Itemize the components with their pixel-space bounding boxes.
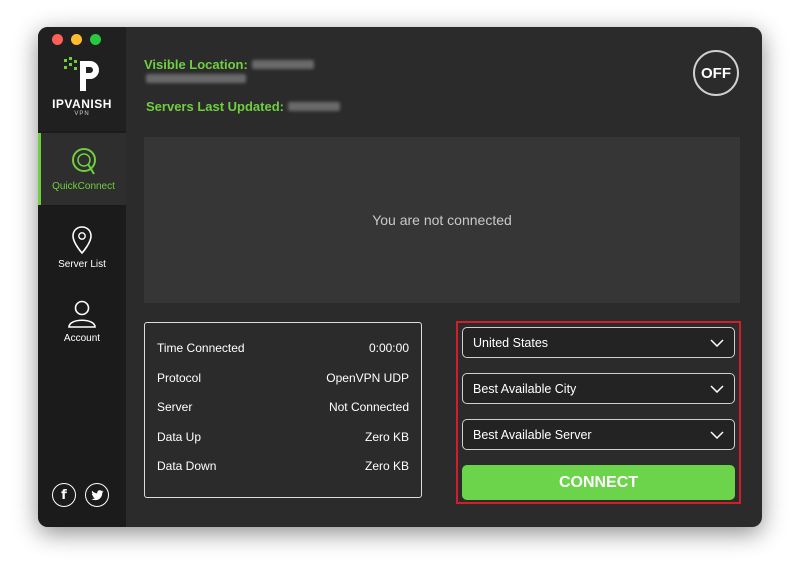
stat-row: Time Connected 0:00:00 (157, 341, 409, 371)
server-select-value: Best Available Server (473, 427, 592, 442)
connection-status-text: You are not connected (372, 212, 512, 228)
user-icon (68, 300, 96, 328)
social-links: f (52, 483, 109, 507)
redacted-location (251, 60, 314, 69)
stat-row: Data Up Zero KB (157, 430, 409, 460)
sidebar-item-account[interactable]: Account (38, 285, 126, 357)
stat-value: 0:00:00 (368, 341, 409, 355)
stat-label: Time Connected (157, 341, 245, 355)
redacted-location-detail (146, 74, 246, 83)
chevron-down-icon (710, 338, 724, 347)
twitter-bird-glyph (90, 489, 104, 500)
stat-value: OpenVPN UDP (326, 370, 409, 385)
visible-location-label: Visible Location: (144, 57, 248, 72)
minimize-window-button[interactable] (71, 34, 82, 45)
country-select-value: United States (473, 335, 549, 350)
stat-row: Server Not Connected (157, 400, 409, 430)
stat-row: Protocol OpenVPN UDP (157, 371, 409, 401)
facebook-icon[interactable]: f (52, 483, 76, 507)
quickconnect-icon (71, 147, 96, 175)
twitter-icon[interactable] (85, 483, 109, 507)
stat-label: Server (157, 400, 193, 414)
connection-stats: Time Connected 0:00:00 Protocol OpenVPN … (144, 322, 422, 498)
server-select[interactable]: Best Available Server (462, 419, 735, 450)
zoom-window-button[interactable] (90, 34, 101, 45)
connection-controls: United States Best Available City Best A… (456, 321, 741, 504)
stat-label: Data Up (157, 429, 202, 444)
location-info: Visible Location: Servers Last Updated: (144, 57, 340, 114)
sidebar-item-label: QuickConnect (52, 180, 115, 192)
connection-status-panel: You are not connected (144, 137, 740, 303)
connect-button[interactable]: CONNECT (462, 465, 735, 500)
brand-subtitle: VPN (74, 111, 90, 117)
chevron-down-icon (710, 384, 724, 393)
window-controls (52, 34, 101, 45)
stat-row: Data Down Zero KB (157, 459, 409, 489)
sidebar-item-label: Account (63, 332, 101, 344)
stat-label: Protocol (157, 370, 202, 385)
stat-value: Zero KB (364, 429, 409, 444)
ipvanish-logo-icon (64, 57, 99, 91)
app-window: IPVANISH VPN QuickConnect Server List Ac… (38, 27, 762, 527)
sidebar-item-label: Server List (58, 258, 106, 270)
brand-name: IPVANISH (52, 97, 112, 111)
location-pin-icon (72, 225, 92, 254)
close-window-button[interactable] (52, 34, 63, 45)
power-toggle-button[interactable]: OFF (693, 50, 739, 96)
stat-value: Not Connected (328, 400, 409, 414)
redacted-update-time (288, 102, 340, 111)
sidebar-item-quickconnect[interactable]: QuickConnect (38, 133, 126, 205)
city-select-value: Best Available City (473, 381, 577, 396)
sidebar: IPVANISH VPN QuickConnect Server List Ac… (38, 27, 126, 527)
chevron-down-icon (710, 430, 724, 439)
stat-value: Zero KB (364, 459, 409, 473)
country-select[interactable]: United States (462, 327, 735, 358)
sidebar-item-server-list[interactable]: Server List (38, 211, 126, 283)
city-select[interactable]: Best Available City (462, 373, 735, 404)
servers-updated-label: Servers Last Updated: (146, 99, 284, 114)
stat-label: Data Down (157, 459, 217, 473)
